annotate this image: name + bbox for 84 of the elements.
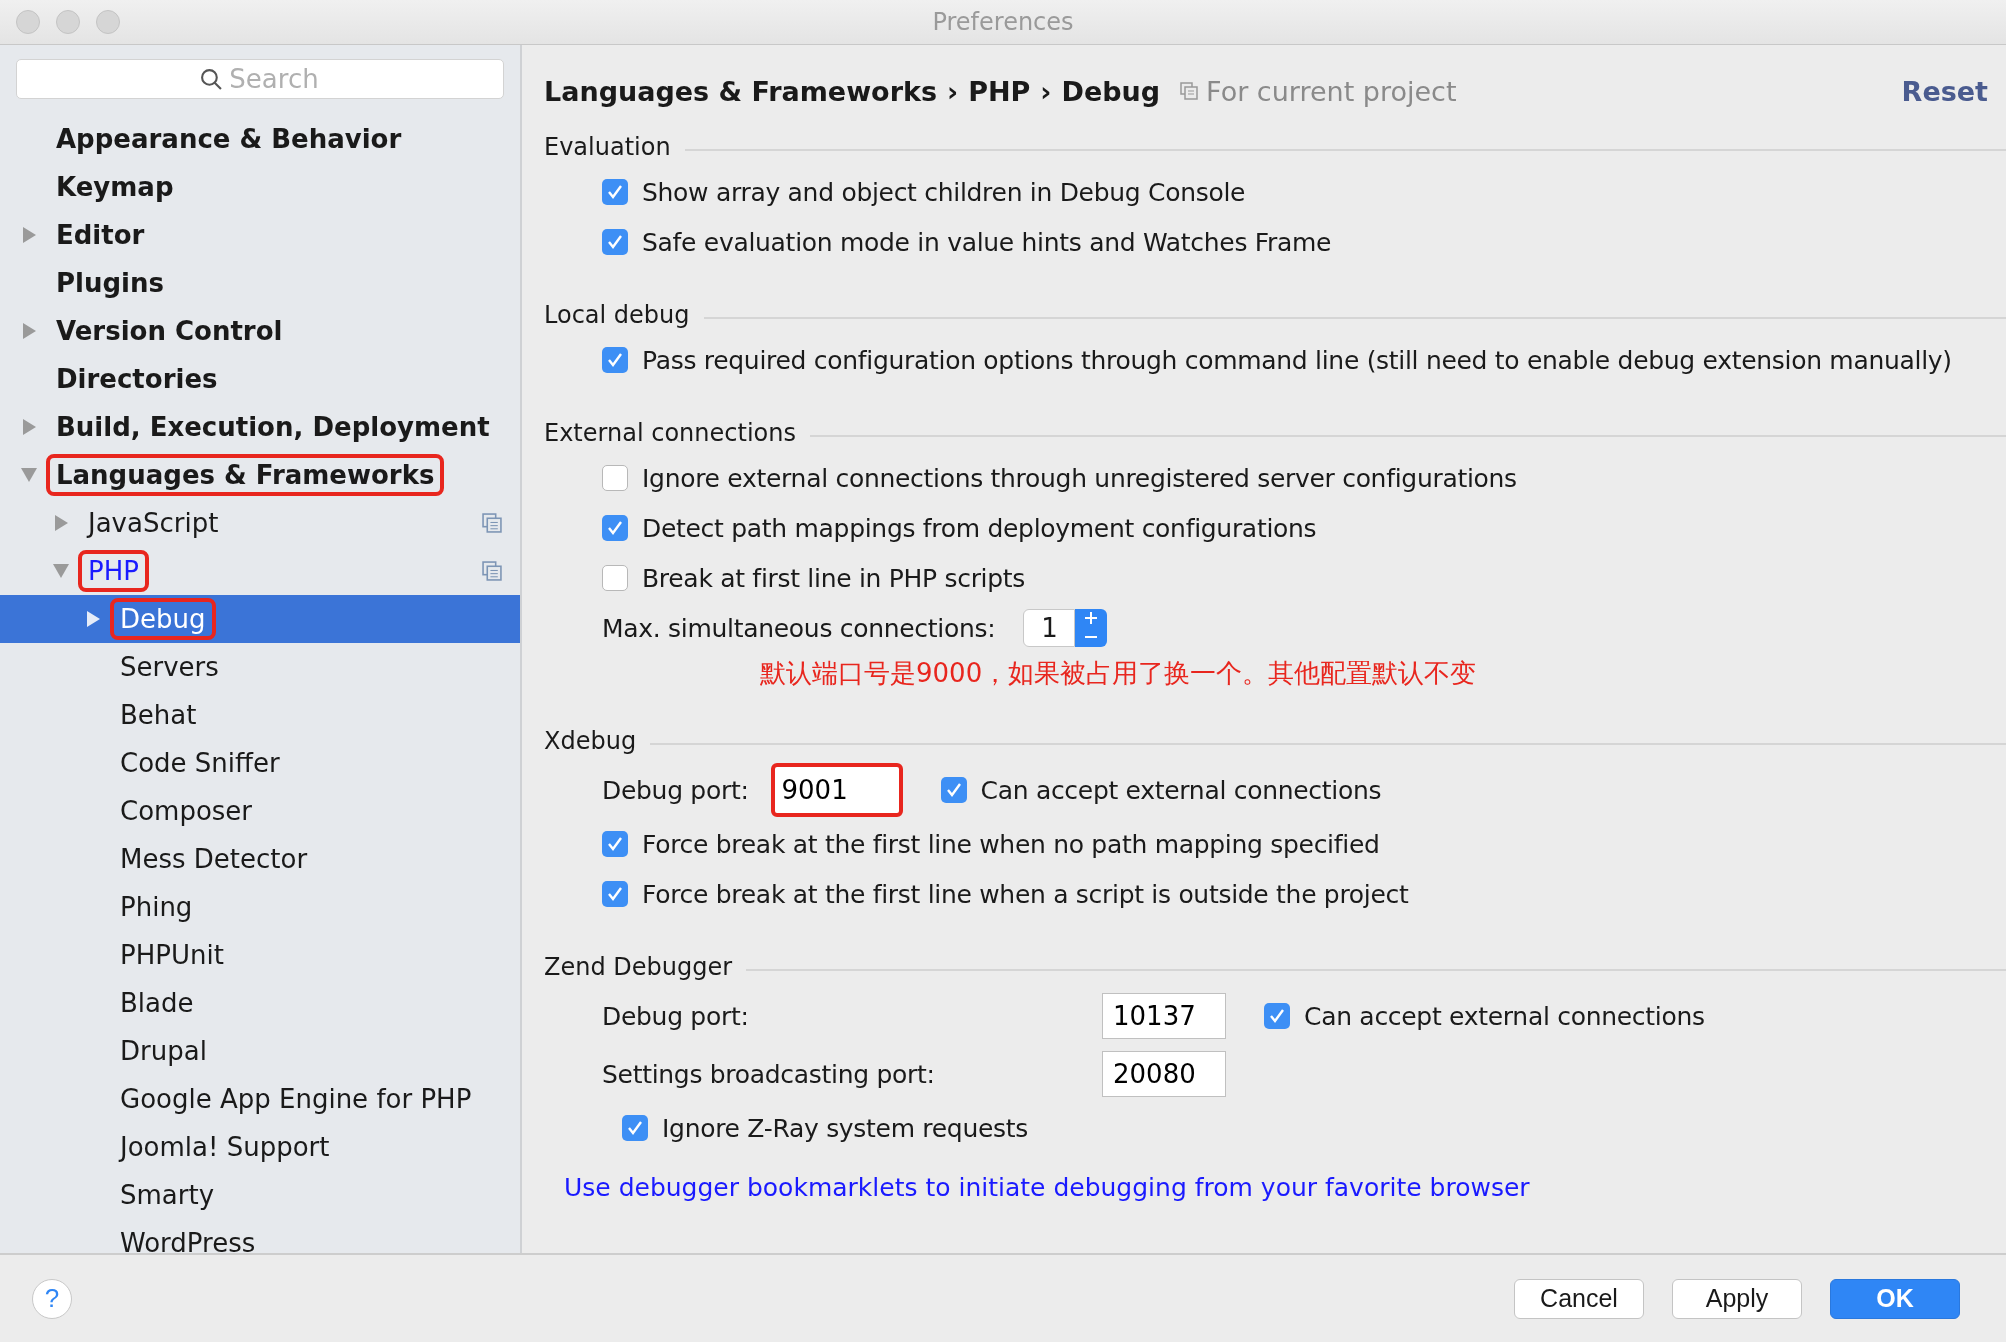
window-title: Preferences (932, 8, 1074, 36)
sidebar-item[interactable]: PHPUnit (0, 931, 520, 979)
section-title: External connections (544, 419, 796, 447)
checkbox-label: Ignore external connections through unregistered server configurations (642, 463, 1517, 493)
checkmark-icon (606, 233, 624, 251)
sidebar-item[interactable]: Joomla! Support (0, 1123, 520, 1171)
checkbox-label: Can accept external connections (1304, 1001, 1705, 1031)
breadcrumb-separator: › (1040, 75, 1052, 107)
dialog-button[interactable]: Cancel (1514, 1278, 1644, 1319)
scope-note: For current project (1206, 75, 1457, 107)
checkbox-label: Show array and object children in Debug Console (642, 177, 1246, 207)
breadcrumb-item: PHP (968, 75, 1031, 107)
checkmark-icon (606, 351, 624, 369)
breadcrumb-item: Languages & Frameworks (544, 75, 937, 107)
checkbox-label: Force break at the first line when no path mapping specified (642, 829, 1380, 859)
annotation-note: 默认端口号是9000，如果被占用了换一个。其他配置默认不变 (759, 656, 1478, 690)
checkmark-icon (626, 1119, 644, 1137)
stepper-button[interactable] (1075, 609, 1108, 647)
sidebar-item[interactable]: Keymap (0, 163, 520, 211)
checkbox-label: Can accept external connections (980, 775, 1382, 805)
field-label: Debug port: (602, 775, 749, 805)
section-title: Xdebug (544, 727, 637, 755)
sidebar-item[interactable]: Google App Engine for PHP (0, 1075, 520, 1123)
sidebar-item[interactable]: Drupal (0, 1027, 520, 1075)
port-input-field[interactable]: 9001 (770, 763, 903, 817)
checkmark-icon (944, 781, 963, 799)
field-label: Debug port: (602, 1001, 750, 1031)
checkmark-icon (606, 519, 624, 537)
checkbox[interactable] (602, 465, 628, 491)
sidebar-item[interactable]: Behat (0, 691, 520, 739)
checkbox[interactable] (622, 1115, 648, 1141)
checkbox[interactable] (1264, 1003, 1290, 1029)
checkbox-label: Force break at the first line when a script is outside the project (642, 879, 1409, 909)
port-input-field[interactable]: 10137 (1102, 993, 1226, 1039)
sidebar-item[interactable]: Editor (0, 211, 520, 259)
reset-link[interactable]: Reset (1901, 75, 1988, 107)
section-title: Evaluation (544, 133, 671, 161)
checkbox[interactable] (602, 179, 628, 205)
checkbox-label: Pass required configuration options through command line (still need to enable debug extension manually) (642, 345, 1952, 375)
search-field[interactable]: Search (16, 59, 504, 99)
checkmark-icon (606, 885, 624, 903)
sidebar-item[interactable]: Smarty (0, 1171, 520, 1219)
sidebar-item[interactable]: Blade (0, 979, 520, 1027)
project-scope-icon (1180, 82, 1199, 100)
section-title: Zend Debugger (544, 953, 733, 981)
field-label: Settings broadcasting port: (602, 1059, 936, 1089)
checkbox[interactable] (602, 229, 628, 255)
checkbox-label: Safe evaluation mode in value hints and Watches Frame (642, 227, 1332, 257)
checkbox[interactable] (602, 831, 628, 857)
checkbox[interactable] (602, 515, 628, 541)
number-spinner-field[interactable]: 1 (1023, 609, 1076, 647)
checkbox[interactable] (940, 777, 967, 803)
sidebar-item[interactable]: Build, Execution, Deployment (0, 403, 520, 451)
bookmarklets-link[interactable]: Use debugger bookmarklets to initiate debugging from your favorite browser (564, 1173, 1530, 1202)
port-input-field[interactable]: 20080 (1102, 1051, 1226, 1097)
checkmark-icon (606, 835, 624, 853)
breadcrumb-separator: › (947, 75, 959, 107)
sidebar-item[interactable]: Composer (0, 787, 520, 835)
field-label: Max. simultaneous connections: (602, 613, 996, 643)
checkbox-label: Break at first line in PHP scripts (642, 563, 1026, 593)
breadcrumb-item: Debug (1061, 75, 1161, 107)
checkbox[interactable] (602, 565, 628, 591)
dialog-button[interactable]: OK (1830, 1278, 1960, 1319)
sidebar-item[interactable]: Version Control (0, 307, 520, 355)
sidebar-item[interactable]: Plugins (0, 259, 520, 307)
sidebar-item[interactable]: Appearance & Behavior (0, 115, 520, 163)
sidebar-item[interactable]: Code Sniffer (0, 739, 520, 787)
search-icon (200, 68, 222, 90)
help-button[interactable]: ? (32, 1278, 72, 1319)
checkmark-icon (1268, 1007, 1286, 1025)
sidebar-item[interactable]: WordPress (0, 1219, 520, 1253)
checkbox[interactable] (602, 347, 628, 373)
dialog-button[interactable]: Apply (1672, 1278, 1802, 1319)
checkbox[interactable] (602, 881, 628, 907)
sidebar-item[interactable]: Directories (0, 355, 520, 403)
sidebar-item[interactable]: Servers (0, 643, 520, 691)
sidebar-item[interactable]: JavaScript (0, 499, 520, 547)
checkbox-label: Detect path mappings from deployment configurations (642, 513, 1317, 543)
sidebar-item[interactable]: Debug (0, 595, 520, 643)
checkbox-label: Ignore Z-Ray system requests (662, 1113, 1028, 1143)
sidebar-item[interactable]: Phing (0, 883, 520, 931)
sidebar-item[interactable]: Mess Detector (0, 835, 520, 883)
section-title: Local debug (544, 301, 690, 329)
checkmark-icon (606, 183, 624, 201)
